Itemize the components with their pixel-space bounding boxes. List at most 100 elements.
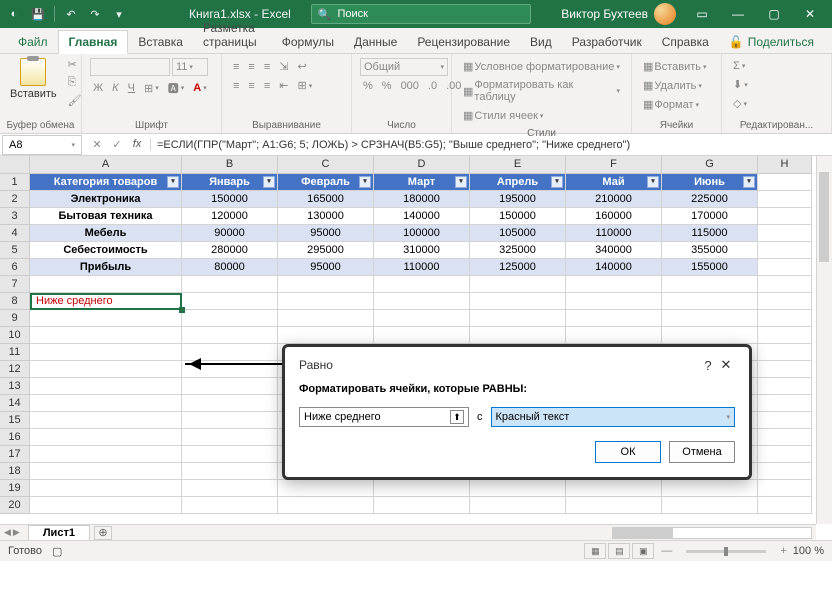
cell[interactable] <box>30 361 182 378</box>
cell[interactable]: 80000 <box>182 259 278 276</box>
filter-icon[interactable]: ▾ <box>647 176 659 188</box>
cell[interactable]: Апрель▾ <box>470 174 566 191</box>
tab-formulas[interactable]: Формулы <box>272 31 344 53</box>
tab-insert[interactable]: Вставка <box>128 31 193 53</box>
cell[interactable] <box>182 293 278 310</box>
cell[interactable]: 210000 <box>566 191 662 208</box>
cell[interactable]: 180000 <box>374 191 470 208</box>
cell[interactable] <box>758 344 812 361</box>
cell[interactable] <box>182 327 278 344</box>
tab-help[interactable]: Справка <box>652 31 719 53</box>
cell[interactable]: 140000 <box>566 259 662 276</box>
cell[interactable] <box>758 497 812 514</box>
row-header[interactable]: 14 <box>0 395 30 412</box>
cell[interactable] <box>566 293 662 310</box>
dialog-format-select[interactable]: Красный текст▾ <box>491 407 736 427</box>
cell[interactable] <box>374 276 470 293</box>
cell[interactable] <box>278 276 374 293</box>
cell[interactable]: 160000 <box>566 208 662 225</box>
cell[interactable] <box>182 395 278 412</box>
cell[interactable]: 155000 <box>662 259 758 276</box>
row-header[interactable]: 8 <box>0 293 30 310</box>
cell[interactable] <box>182 446 278 463</box>
cell[interactable] <box>182 276 278 293</box>
dialog-help-icon[interactable]: ? <box>699 358 717 373</box>
sheet-next-icon[interactable]: ▶ <box>13 527 20 538</box>
cell[interactable] <box>278 310 374 327</box>
tab-data[interactable]: Данные <box>344 31 407 53</box>
range-picker-icon[interactable]: ⬆ <box>450 410 464 424</box>
cell[interactable] <box>758 191 812 208</box>
column-header[interactable]: F <box>566 156 662 174</box>
cell[interactable] <box>374 327 470 344</box>
selected-cell[interactable]: Ниже среднего <box>30 293 182 310</box>
select-all-corner[interactable] <box>0 156 30 174</box>
cell[interactable] <box>374 310 470 327</box>
cell[interactable]: Категория товаров▾ <box>30 174 182 191</box>
cell[interactable] <box>470 480 566 497</box>
column-header[interactable]: H <box>758 156 812 174</box>
cell[interactable]: 225000 <box>662 191 758 208</box>
cell[interactable]: 110000 <box>374 259 470 276</box>
row-header[interactable]: 20 <box>0 497 30 514</box>
save-icon[interactable]: 💾 <box>28 4 48 24</box>
cell[interactable] <box>182 412 278 429</box>
row-header[interactable]: 11 <box>0 344 30 361</box>
cell[interactable]: 295000 <box>278 242 374 259</box>
cell[interactable] <box>662 497 758 514</box>
redo-icon[interactable]: ↷ <box>85 4 105 24</box>
row-header[interactable]: 6 <box>0 259 30 276</box>
name-box[interactable]: A8▾ <box>2 135 82 155</box>
cell[interactable] <box>662 310 758 327</box>
cell[interactable] <box>758 395 812 412</box>
autosave-icon[interactable]: ◐ <box>4 4 24 24</box>
cell[interactable] <box>758 242 812 259</box>
cell[interactable]: 95000 <box>278 225 374 242</box>
cell[interactable] <box>758 327 812 344</box>
row-header[interactable]: 19 <box>0 480 30 497</box>
cell[interactable]: 115000 <box>662 225 758 242</box>
cell[interactable] <box>278 497 374 514</box>
cell[interactable]: Март▾ <box>374 174 470 191</box>
cell[interactable]: Мебель <box>30 225 182 242</box>
filter-icon[interactable]: ▾ <box>359 176 371 188</box>
cell[interactable] <box>30 276 182 293</box>
cell[interactable]: Май▾ <box>566 174 662 191</box>
cell[interactable] <box>566 327 662 344</box>
format-cells-button[interactable]: ▦ Формат▾ <box>640 96 702 113</box>
filter-icon[interactable]: ▾ <box>743 176 755 188</box>
cell[interactable]: 105000 <box>470 225 566 242</box>
row-header[interactable]: 10 <box>0 327 30 344</box>
cell[interactable] <box>566 480 662 497</box>
horizontal-scrollbar[interactable] <box>612 527 812 539</box>
column-header[interactable]: D <box>374 156 470 174</box>
row-header[interactable]: 5 <box>0 242 30 259</box>
cell[interactable] <box>758 412 812 429</box>
tab-developer[interactable]: Разработчик <box>562 31 652 53</box>
search-box[interactable]: 🔍 Поиск <box>311 4 531 24</box>
cell[interactable] <box>566 276 662 293</box>
cell[interactable] <box>30 412 182 429</box>
share-button[interactable]: 🔓 Поделиться <box>719 31 824 53</box>
row-header[interactable]: 16 <box>0 429 30 446</box>
cell[interactable] <box>662 327 758 344</box>
row-header[interactable]: 7 <box>0 276 30 293</box>
cell[interactable] <box>758 463 812 480</box>
cell[interactable] <box>182 378 278 395</box>
cell[interactable] <box>182 429 278 446</box>
tab-view[interactable]: Вид <box>520 31 562 53</box>
cell[interactable] <box>278 293 374 310</box>
cell[interactable]: Себестоимость <box>30 242 182 259</box>
cell[interactable] <box>470 276 566 293</box>
fx-icon[interactable]: fx <box>128 138 146 151</box>
cell[interactable] <box>470 327 566 344</box>
cell[interactable] <box>30 344 182 361</box>
filter-icon[interactable]: ▾ <box>263 176 275 188</box>
view-page-layout-icon[interactable]: ▤ <box>608 543 630 559</box>
autosum-icon[interactable]: Σ▾ <box>730 58 748 74</box>
cell[interactable] <box>470 293 566 310</box>
cell[interactable] <box>30 463 182 480</box>
insert-cells-button[interactable]: ▦ Вставить▾ <box>640 58 710 75</box>
cell[interactable] <box>758 378 812 395</box>
cell[interactable]: 120000 <box>182 208 278 225</box>
